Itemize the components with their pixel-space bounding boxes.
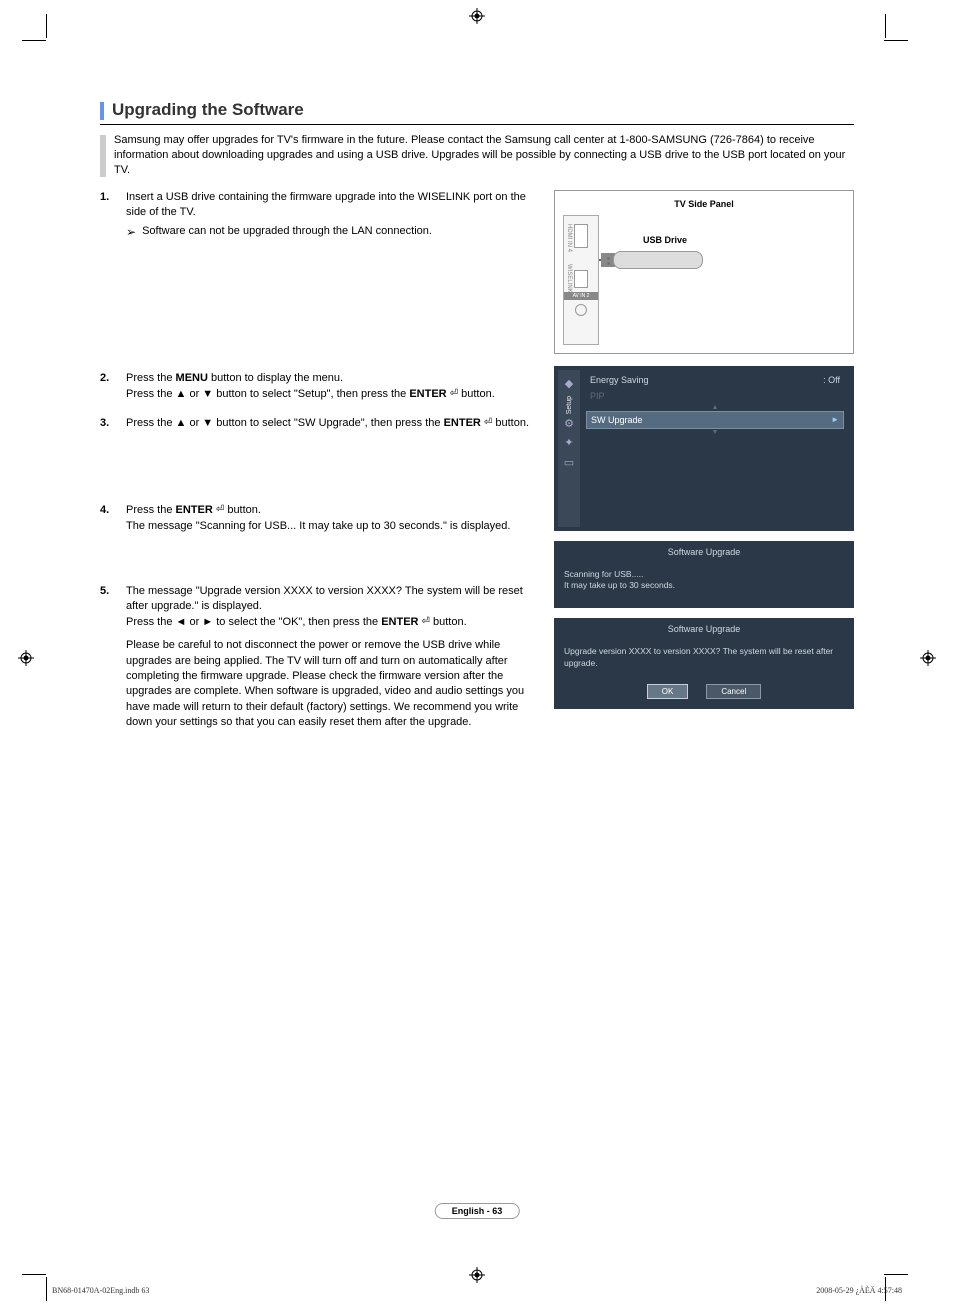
step-text: button.	[430, 616, 467, 628]
tv-ports: HDMI IN 4 WISELINK AV IN 2	[563, 215, 599, 345]
step-number: 5.	[100, 584, 126, 630]
step-number: 2.	[100, 371, 126, 402]
step-text: The message "Scanning for USB... It may …	[126, 520, 510, 532]
instructions-column: 1. Insert a USB drive containing the fir…	[100, 190, 554, 731]
dialog-title: Software Upgrade	[554, 618, 854, 640]
sidebar-icon: ▭	[562, 456, 576, 470]
menu-main: Energy Saving : Off PIP ▲ SW Upgrade ► ▼	[580, 370, 850, 527]
footer-filename: BN68-01470A-02Eng.indb 63	[52, 1286, 149, 1295]
enter-icon: ⏎	[422, 615, 430, 629]
step-number: 3.	[100, 416, 126, 431]
enter-button-label: ENTER	[409, 388, 446, 400]
intro-accent-bar	[100, 135, 106, 177]
step-text: Press the ▲ or ▼ button to select "SW Up…	[126, 417, 444, 429]
step-text: button.	[224, 504, 261, 516]
sidebar-icon: ◆	[562, 377, 576, 391]
step-text: Press the	[126, 372, 176, 384]
usb-label: USB Drive	[643, 235, 687, 245]
caution-paragraph: Please be careful to not disconnect the …	[126, 638, 530, 730]
port-label: HDMI IN 4	[566, 224, 572, 252]
menu-row-energy: Energy Saving : Off	[586, 372, 844, 388]
cancel-button: Cancel	[706, 684, 761, 699]
setup-menu-figure: ◆ Setup ⚙ ✦ ▭ Energy Saving : Off PIP ▲	[554, 366, 854, 531]
crop-mark	[884, 1274, 908, 1275]
step-text: button to display the menu.	[208, 372, 343, 384]
menu-scroll-up-icon: ▲	[586, 404, 844, 411]
figures-column: TV Side Panel HDMI IN 4 WISELINK AV IN 2	[554, 190, 854, 731]
menu-label: SW Upgrade	[591, 415, 643, 425]
step-text: Press the ▲ or ▼ button to select "Setup…	[126, 388, 409, 400]
step-5: 5. The message "Upgrade version XXXX to …	[100, 584, 530, 630]
chevron-right-icon: ►	[831, 415, 839, 424]
upgrade-confirm-dialog-figure: Software Upgrade Upgrade version XXXX to…	[554, 618, 854, 709]
enter-button-label: ENTER	[444, 417, 481, 429]
scanning-dialog-figure: Software Upgrade Scanning for USB..... I…	[554, 541, 854, 609]
menu-row-pip: PIP	[586, 388, 844, 404]
usb-drive-icon	[613, 251, 703, 269]
dialog-title: Software Upgrade	[554, 541, 854, 563]
wiselink-port-icon	[574, 270, 588, 288]
sidebar-label: Setup	[566, 396, 573, 414]
av-label: AV IN 2	[564, 292, 598, 300]
enter-icon: ⏎	[450, 387, 458, 401]
section-accent-bar	[100, 102, 104, 120]
step-2: 2. Press the MENU button to display the …	[100, 371, 530, 402]
section-header: Upgrading the Software	[100, 100, 854, 125]
menu-label: Energy Saving	[590, 375, 649, 385]
enter-button-label: ENTER	[381, 616, 418, 628]
step-text: Press the ◄ or ► to select the "OK", the…	[126, 616, 381, 628]
step-text: button.	[492, 417, 529, 429]
gear-icon: ⚙	[562, 417, 576, 431]
ok-button: OK	[647, 684, 689, 699]
intro-text: Samsung may offer upgrades for TV's firm…	[114, 134, 845, 176]
note-text: Software can not be upgraded through the…	[142, 224, 432, 241]
menu-value: : Off	[823, 375, 840, 385]
crop-mark	[46, 1277, 47, 1301]
intro-paragraph: Samsung may offer upgrades for TV's firm…	[114, 133, 854, 178]
panel-title: TV Side Panel	[563, 199, 845, 209]
av-jack-icon	[575, 304, 587, 316]
tv-side-panel-figure: TV Side Panel HDMI IN 4 WISELINK AV IN 2	[554, 190, 854, 354]
step-number: 1.	[100, 190, 126, 242]
step-number: 4.	[100, 503, 126, 534]
enter-icon: ⏎	[216, 503, 224, 517]
dialog-body: Upgrade version XXXX to version XXXX? Th…	[554, 640, 854, 676]
menu-row-sw-upgrade: SW Upgrade ►	[586, 411, 844, 429]
page-number-label: English - 63	[435, 1203, 520, 1219]
footer-timestamp: 2008-05-29 ¿ÀÈÄ 4:57:48	[816, 1286, 902, 1295]
menu-button-label: MENU	[176, 372, 208, 384]
port-label: WISELINK	[566, 264, 572, 293]
usb-dots: ▪▪	[607, 256, 610, 266]
crop-mark	[22, 1274, 46, 1275]
menu-sidebar: ◆ Setup ⚙ ✦ ▭	[558, 370, 580, 527]
step-4: 4. Press the ENTER ⏎ button. The message…	[100, 503, 530, 534]
step-text: button.	[458, 388, 495, 400]
menu-label: PIP	[590, 391, 605, 401]
note-icon: ➢	[126, 224, 136, 241]
step-text: Press the	[126, 504, 176, 516]
sidebar-icon: ✦	[562, 436, 576, 450]
step-3: 3. Press the ▲ or ▼ button to select "SW…	[100, 416, 530, 431]
registration-mark-icon	[469, 1267, 485, 1283]
hdmi-port-icon	[574, 224, 588, 248]
section-title: Upgrading the Software	[112, 100, 304, 120]
menu-scroll-down-icon: ▼	[586, 429, 844, 436]
dialog-line: It may take up to 30 seconds.	[564, 580, 675, 590]
step-text: Insert a USB drive containing the firmwa…	[126, 191, 526, 218]
step-1: 1. Insert a USB drive containing the fir…	[100, 190, 530, 242]
step-text: The message "Upgrade version XXXX to ver…	[126, 585, 523, 612]
dialog-line: Scanning for USB.....	[564, 569, 643, 579]
dialog-body: Scanning for USB..... It may take up to …	[554, 563, 854, 599]
enter-button-label: ENTER	[176, 504, 213, 516]
